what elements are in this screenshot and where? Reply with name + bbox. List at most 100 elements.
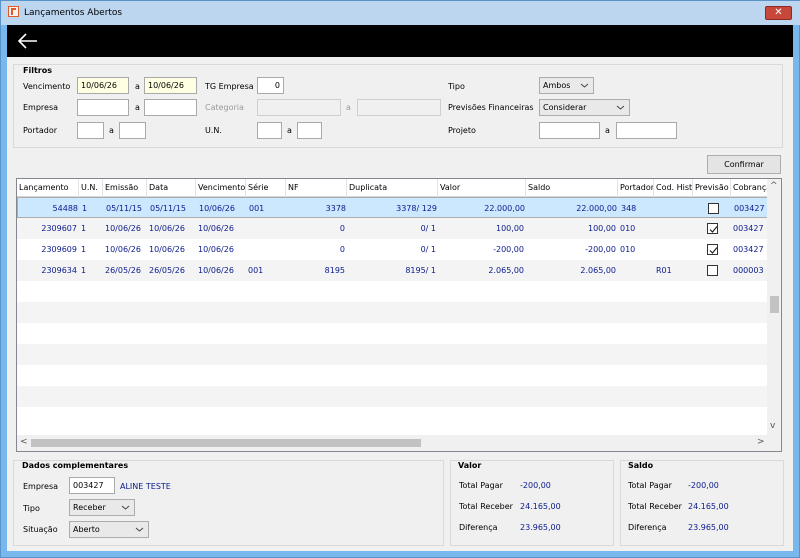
projeto-to-input[interactable] (616, 122, 677, 139)
chevron-down-icon (616, 105, 625, 110)
column-header[interactable]: U.N. (79, 179, 103, 197)
filters-legend: Filtros (23, 66, 52, 75)
table-row[interactable]: 54488 1 05/11/15 05/11/15 10/06/26 001 3378 337… (17, 197, 769, 218)
vertical-scroll-thumb[interactable] (770, 296, 779, 313)
table-row[interactable] (17, 407, 769, 428)
range-a-label: a (287, 126, 292, 135)
total-pagar-value: -200,00 (520, 481, 551, 490)
table-row[interactable] (17, 365, 769, 386)
vencimento-label: Vencimento (23, 82, 71, 91)
previsao-checkbox[interactable] (707, 244, 718, 255)
table-row[interactable]: 2309609 1 10/06/26 10/06/26 10/06/26 0 0/ 1 -20… (17, 239, 769, 260)
back-arrow-icon[interactable] (17, 31, 39, 51)
cell-saldo: 100,00 (588, 224, 616, 233)
categoria-from-input (257, 99, 341, 116)
scroll-down-icon[interactable]: v (770, 421, 775, 431)
empresa-to-input[interactable] (144, 99, 197, 116)
table-row[interactable] (17, 344, 769, 365)
previsao-checkbox[interactable] (707, 223, 718, 234)
total-receber-value: 24.165,00 (688, 502, 729, 511)
un-to-input[interactable] (297, 122, 322, 139)
cell-codhist (655, 198, 694, 219)
column-header[interactable]: Data (147, 179, 196, 197)
column-header[interactable]: Saldo (526, 179, 618, 197)
horizontal-scroll-thumb[interactable] (31, 439, 421, 447)
app-window: Lançamentos Abertos ✕ Filtros Vencimento… (0, 0, 800, 558)
scroll-up-icon[interactable]: ^ (770, 181, 778, 191)
column-header[interactable]: Cobrança (731, 179, 769, 197)
confirmar-button[interactable]: Confirmar (707, 155, 781, 174)
empresa-code-input[interactable]: 003427 (69, 477, 115, 494)
tipo-select[interactable]: Receber (69, 499, 135, 516)
previsoes-select[interactable]: Considerar (539, 99, 630, 116)
cell-serie (246, 218, 286, 239)
previsao-checkbox[interactable] (708, 203, 719, 214)
valor-legend: Valor (458, 461, 482, 470)
cell-valor: 100,00 (496, 224, 524, 233)
situacao-select[interactable]: Aberto (69, 521, 149, 538)
column-header[interactable]: Valor (438, 179, 526, 197)
column-header[interactable]: Duplicata (347, 179, 438, 197)
cell-serie: 001 (249, 204, 265, 213)
column-header[interactable]: Vencimento (196, 179, 246, 197)
scroll-left-icon[interactable]: < (20, 437, 28, 447)
cell-lancamento: 2309609 (41, 245, 77, 254)
tipo-label: Tipo (23, 504, 40, 513)
cell-data: 05/11/15 (150, 204, 186, 213)
table-row[interactable] (17, 302, 769, 323)
cell-cobranca: 000003 (733, 266, 764, 275)
cell-un: 1 (81, 266, 87, 275)
window-title: Lançamentos Abertos (24, 8, 123, 18)
cell-data: 10/06/26 (149, 245, 185, 254)
projeto-label: Projeto (448, 126, 476, 135)
cell-cobranca: 003427 (733, 224, 764, 233)
tipo-select[interactable]: Ambos (539, 77, 594, 94)
situacao-select-value: Aberto (73, 525, 100, 534)
main-content: Filtros Vencimento 10/06/26 a 10/06/26 T… (7, 57, 793, 551)
column-header[interactable]: Lançamento (17, 179, 79, 197)
table-row[interactable] (17, 323, 769, 344)
total-pagar-value: -200,00 (688, 481, 719, 490)
vencimento-to-input[interactable]: 10/06/26 (144, 77, 197, 94)
cell-portador: 348 (621, 204, 637, 213)
range-a-label: a (605, 126, 610, 135)
total-receber-label: Total Receber (628, 502, 682, 511)
un-from-input[interactable] (257, 122, 282, 139)
portador-label: Portador (23, 126, 58, 135)
cell-lancamento: 2309634 (41, 266, 77, 275)
portador-to-input[interactable] (119, 122, 146, 139)
cell-nf: 0 (339, 245, 345, 254)
column-header[interactable]: Portador (618, 179, 654, 197)
empresa-from-input[interactable] (77, 99, 129, 116)
table-row[interactable] (17, 281, 769, 302)
portador-from-input[interactable] (77, 122, 104, 139)
column-header[interactable]: NF (286, 179, 347, 197)
tg-empresa-input[interactable]: 0 (257, 77, 284, 94)
cell-cobranca: 003427 (734, 204, 765, 213)
column-header[interactable]: Previsão (693, 179, 731, 197)
cell-portador (618, 260, 654, 281)
chevron-down-icon (135, 527, 144, 532)
cell-portador: 010 (620, 245, 636, 254)
cell-valor: 22.000,00 (484, 204, 525, 213)
range-a-label: a (109, 126, 114, 135)
scroll-right-icon[interactable]: > (757, 437, 765, 447)
diferenca-value: 23.965,00 (688, 523, 729, 532)
vertical-scrollbar[interactable]: ^ v (767, 179, 781, 435)
categoria-label: Categoria (205, 103, 244, 112)
cell-saldo: -200,00 (585, 245, 616, 254)
table-row[interactable] (17, 386, 769, 407)
column-header[interactable]: Série (246, 179, 286, 197)
table-row[interactable]: 2309634 1 26/05/26 26/05/26 10/06/26 001 8195 8… (17, 260, 769, 281)
horizontal-scrollbar[interactable]: < > (17, 435, 781, 451)
close-button[interactable]: ✕ (765, 6, 792, 20)
projeto-from-input[interactable] (539, 122, 600, 139)
column-header[interactable]: Cod. Hist (654, 179, 693, 197)
vencimento-from-input[interactable]: 10/06/26 (77, 77, 129, 94)
table-row[interactable]: 2309607 1 10/06/26 10/06/26 10/06/26 0 0/ 1 100… (17, 218, 769, 239)
total-receber-label: Total Receber (459, 502, 513, 511)
cell-un: 1 (81, 224, 87, 233)
previsao-checkbox[interactable] (707, 265, 718, 276)
cell-lancamento: 2309607 (41, 224, 77, 233)
column-header[interactable]: Emissão (103, 179, 147, 197)
